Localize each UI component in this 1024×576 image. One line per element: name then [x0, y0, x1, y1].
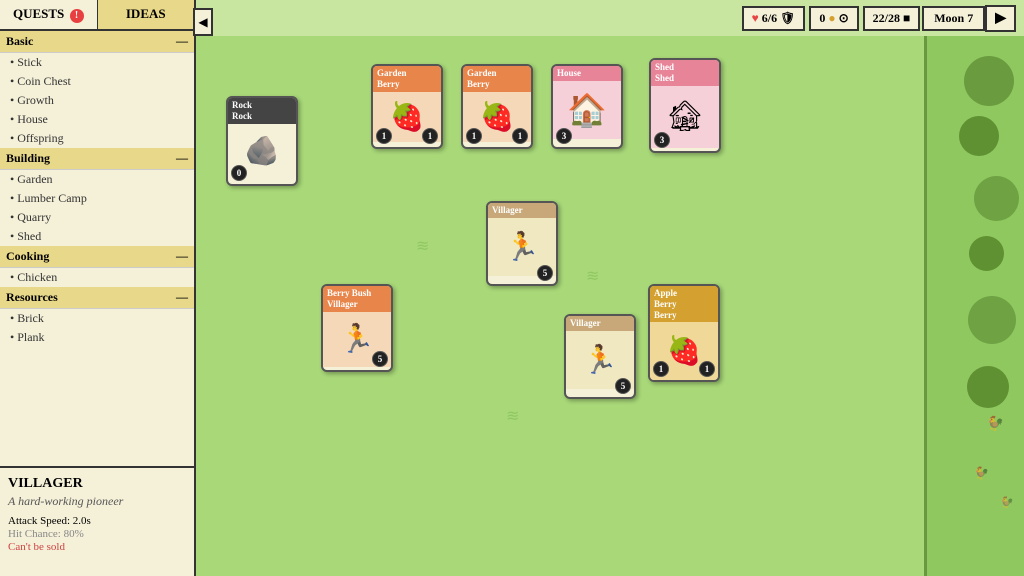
sidebar-footer: VILLAGER A hard-working pioneer Attack S… [0, 466, 194, 576]
category-cooking: Cooking— [0, 246, 194, 268]
right-border: 🐓 🐓 🐓 [924, 36, 1024, 576]
item-offspring[interactable]: • Offspring [0, 129, 194, 148]
card-gb1-header: GardenBerry [373, 66, 441, 92]
grass-5: ≋ [506, 406, 519, 426]
tab-quests[interactable]: QUESTS ! [0, 0, 98, 29]
tree-deco-2 [959, 116, 999, 156]
top-hud: ♥ 6/6 🛡 0 ● ⊙ 22/28 ■ Moon 7 ▶ [196, 0, 1024, 36]
card-house-header: House [553, 66, 621, 81]
card-shed[interactable]: ShedShed 🏚 3 [649, 58, 721, 153]
sidebar-tabs: QUESTS ! IDEAS [0, 0, 194, 31]
footer-title: VILLAGER [8, 476, 186, 492]
card-house-badge: 3 [556, 128, 572, 144]
bird-deco-3: 🐓 [1000, 496, 1014, 509]
card-bbv-header: Berry BushVillager [323, 286, 391, 312]
card-v1-badge: 5 [537, 265, 553, 281]
item-coin-chest[interactable]: • Coin Chest [0, 72, 194, 91]
footer-stat1: Attack Speed: 2.0s [8, 515, 186, 527]
card-villager-1[interactable]: Villager 🏃 5 [486, 201, 558, 286]
sidebar-content: Basic— • Stick • Coin Chest • Growth • H… [0, 31, 194, 466]
tree-deco-5 [968, 296, 1016, 344]
card-v2-badge: 5 [615, 378, 631, 394]
hud-coins: 0 ● ⊙ [809, 6, 858, 31]
card-apple-berry-berry[interactable]: AppleBerryBerry 🍓 1 1 [648, 284, 720, 382]
tree-deco-6 [967, 366, 1009, 408]
villager-icon-1: 🏃 [501, 226, 544, 268]
tree-deco-1 [964, 56, 1014, 106]
grass-3: ≋ [586, 266, 599, 286]
item-stick[interactable]: • Stick [0, 53, 194, 72]
item-garden[interactable]: • Garden [0, 170, 194, 189]
item-house[interactable]: • House [0, 110, 194, 129]
hud-population: 22/28 ■ [863, 6, 921, 31]
grass-2: ≋ [416, 236, 429, 256]
card-gb2-badge-right: 1 [512, 128, 528, 144]
item-quarry[interactable]: • Quarry [0, 208, 194, 227]
collapse-sidebar-button[interactable]: ◀ [193, 8, 213, 36]
footer-stat3: Can't be sold [8, 541, 186, 553]
card-shed-header: ShedShed [651, 60, 719, 86]
collapse-icon: ◀ [198, 15, 207, 30]
footer-subtitle: A hard-working pioneer [8, 494, 186, 509]
item-plank[interactable]: • Plank [0, 328, 194, 347]
card-gb1-badge-right: 1 [422, 128, 438, 144]
card-villager-2[interactable]: Villager 🏃 5 [564, 314, 636, 399]
shed-icon: 🏚 [662, 95, 708, 138]
coin-icon2: ⊙ [839, 11, 849, 26]
item-shed[interactable]: • Shed [0, 227, 194, 246]
quests-label: QUESTS [13, 6, 64, 21]
villager-icon-3: 🏃 [579, 339, 622, 381]
heart-icon: ♥ [752, 11, 759, 26]
bird-deco-2: 🐓 [974, 466, 989, 481]
coin-icon: ● [828, 11, 835, 26]
card-v1-header: Villager [488, 203, 556, 218]
card-abb-badge-right: 1 [699, 361, 715, 377]
sidebar: QUESTS ! IDEAS Basic— • Stick • Coin Che… [0, 0, 196, 576]
quest-alert-badge: ! [70, 9, 84, 23]
category-resources: Resources— [0, 287, 194, 309]
ideas-label: IDEAS [126, 6, 166, 21]
card-bbv-badge: 5 [372, 351, 388, 367]
hud-hearts: ♥ 6/6 🛡 [742, 6, 806, 31]
card-gb1-badge-left: 1 [376, 128, 392, 144]
card-gb2-badge-left: 1 [466, 128, 482, 144]
item-chicken[interactable]: • Chicken [0, 268, 194, 287]
house-icon: 🏠 [563, 87, 611, 133]
category-building: Building— [0, 148, 194, 170]
tree-deco-3 [974, 176, 1019, 221]
footer-stat2: Hit Chance: 80% [8, 528, 186, 540]
game-board: 🐓 🐓 🐓 ≋ ≋ ≋ ≋ ≋ RockRock 🪨 0 GardenBerry… [196, 36, 1024, 576]
population-value: 22/28 [873, 11, 900, 26]
card-shed-badge: 3 [654, 132, 670, 148]
shield-icon: 🛡 [780, 11, 795, 26]
bird-deco-1: 🐓 [987, 416, 1004, 433]
card-abb-header: AppleBerryBerry [650, 286, 718, 322]
villager-icon-2: 🏃 [336, 318, 379, 360]
hud-moon: Moon 7 [922, 6, 985, 31]
tree-deco-4 [969, 236, 1004, 271]
item-lumber-camp[interactable]: • Lumber Camp [0, 189, 194, 208]
card-v2-header: Villager [566, 316, 634, 331]
card-gb2-header: GardenBerry [463, 66, 531, 92]
item-brick[interactable]: • Brick [0, 309, 194, 328]
moon-label: Moon 7 [934, 11, 973, 26]
card-berry-bush-villager[interactable]: Berry BushVillager 🏃 5 [321, 284, 393, 372]
next-moon-button[interactable]: ▶ [985, 5, 1016, 32]
card-garden-berry-2[interactable]: GardenBerry 🍓 1 1 [461, 64, 533, 149]
category-basic: Basic— [0, 31, 194, 53]
item-growth[interactable]: • Growth [0, 91, 194, 110]
pop-icon: ■ [903, 11, 910, 26]
hearts-value: 6/6 [762, 11, 777, 26]
card-abb-badge-left: 1 [653, 361, 669, 377]
tab-ideas[interactable]: IDEAS [98, 0, 195, 29]
rock-icon: 🪨 [241, 130, 284, 172]
card-house[interactable]: House 🏠 3 [551, 64, 623, 149]
card-rock-header: RockRock [228, 98, 296, 124]
coins-value: 0 [819, 11, 825, 26]
card-rock[interactable]: RockRock 🪨 0 [226, 96, 298, 186]
card-garden-berry-1[interactable]: GardenBerry 🍓 1 1 [371, 64, 443, 149]
card-rock-badge: 0 [231, 165, 247, 181]
